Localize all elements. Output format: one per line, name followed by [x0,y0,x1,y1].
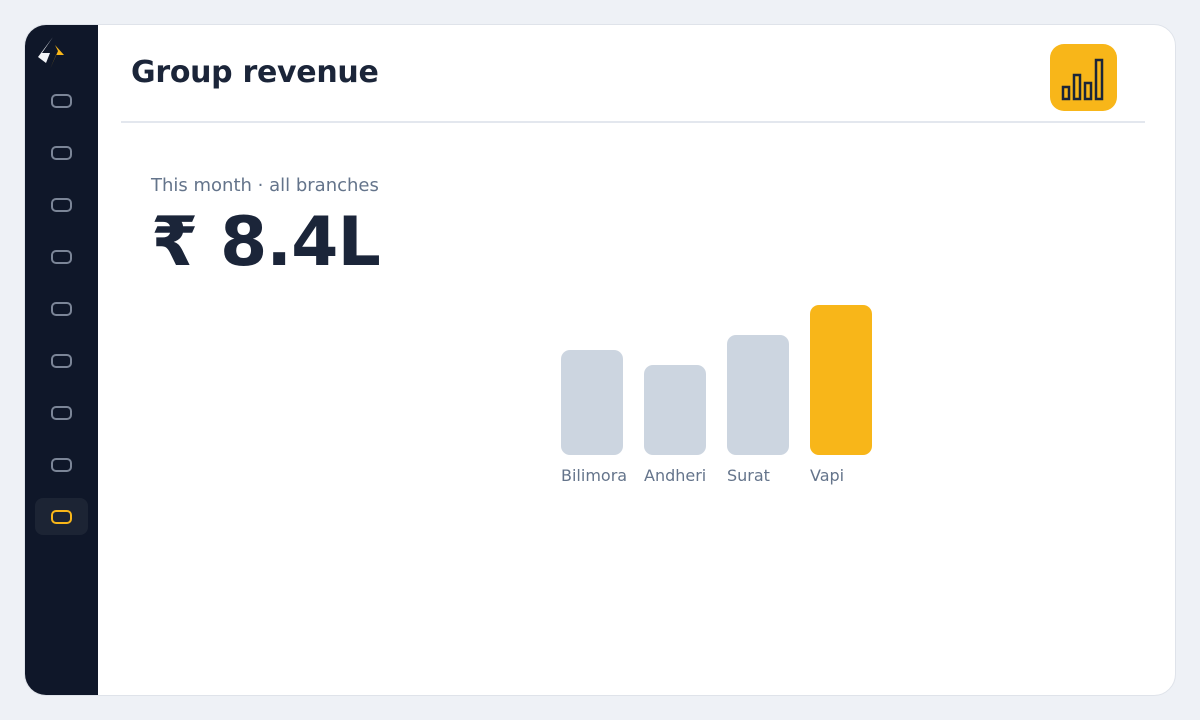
page-title: Group revenue [131,55,379,90]
sidebar-item-1[interactable] [35,82,88,119]
sidebar-item-5[interactable] [35,290,88,327]
bar-vapi [810,305,872,455]
nav-icon-4 [51,249,72,264]
bar-surat [727,335,789,455]
bar-andheri [644,365,706,455]
nav-icon-5 [51,301,72,316]
bar-label-surat: Surat [727,466,770,485]
sidebar-item-7[interactable] [35,394,88,431]
page-header: Group revenue [121,25,1145,123]
nav-icon-6 [51,353,72,368]
branch-revenue-chart: Bilimora Andheri Surat Vapi [561,305,872,485]
nav-icon-8 [51,457,72,472]
lightning-logo-icon [38,37,64,69]
sidebar-item-2[interactable] [35,134,88,171]
sidebar [25,25,98,695]
sidebar-item-3[interactable] [35,186,88,223]
bar-label-bilimora: Bilimora [561,466,627,485]
nav-icon-1 [51,93,72,108]
sidebar-item-4[interactable] [35,238,88,275]
bar-label-andheri: Andheri [644,466,706,485]
app-window: Group revenue This month · all branches … [24,24,1176,696]
sidebar-item-9[interactable] [35,498,88,535]
bar-chart-icon[interactable] [1050,44,1117,111]
sidebar-item-6[interactable] [35,342,88,379]
nav-icon-7 [51,405,72,420]
nav-icon-2 [51,145,72,160]
bar-label-vapi: Vapi [810,466,844,485]
revenue-total: ₹ 8.4L [151,203,381,282]
period-subtitle: This month · all branches [151,175,379,196]
sidebar-item-8[interactable] [35,446,88,483]
main-content: This month · all branches ₹ 8.4L Bilimor… [151,155,1175,695]
bar-bilimora [561,350,623,455]
nav-icon-9 [51,509,72,524]
nav-icon-3 [51,197,72,212]
